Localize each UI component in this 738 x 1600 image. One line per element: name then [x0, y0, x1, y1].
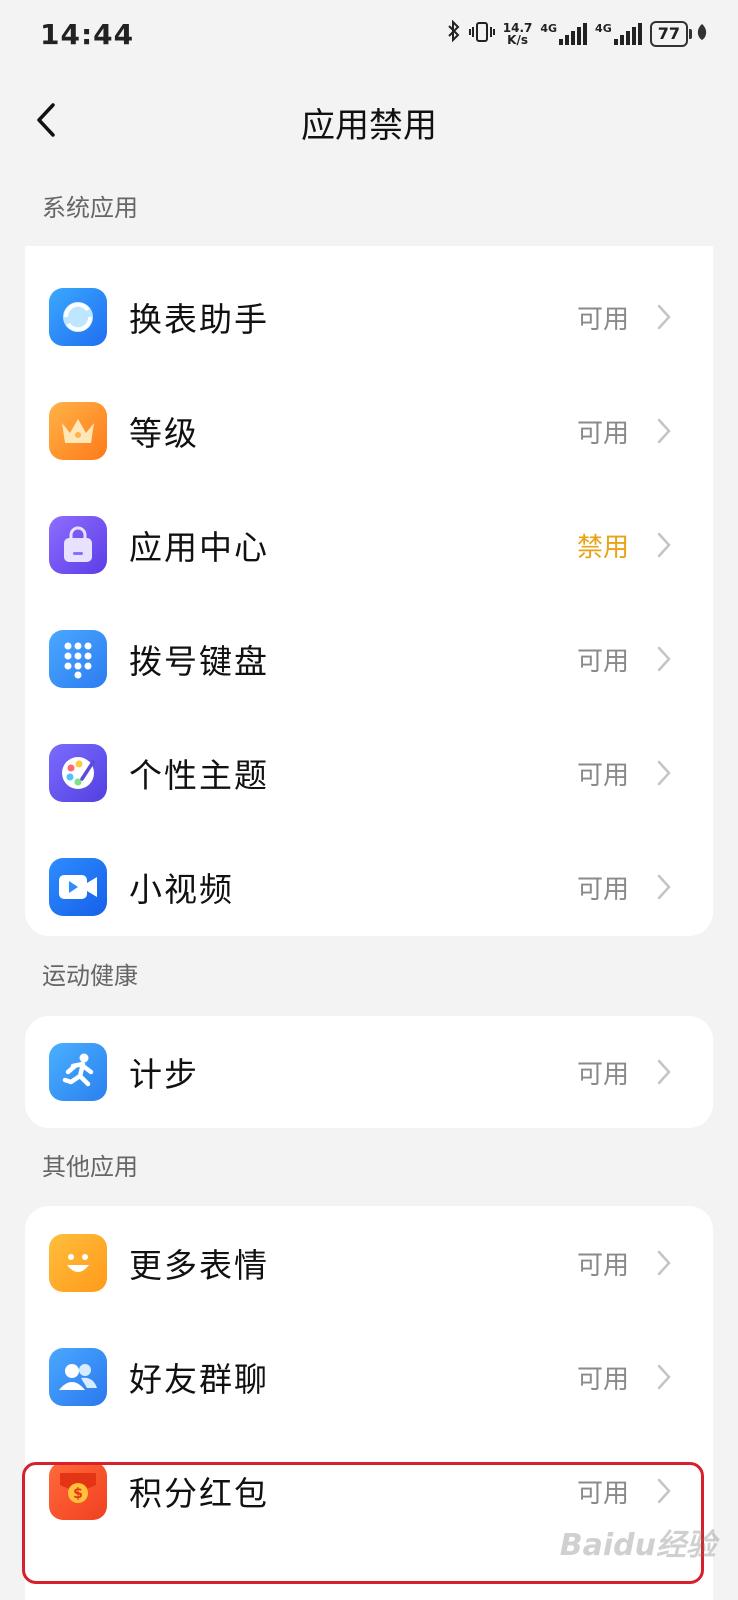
app-name: 个性主题 [129, 756, 269, 795]
chevron-right-icon [657, 417, 673, 445]
app-name: 积分红包 [129, 1474, 269, 1513]
app-status: 可用 [576, 646, 629, 677]
network-speed: 14.7 K/s [503, 22, 533, 46]
vibrate-icon [468, 21, 495, 47]
signal-2-label: 4G [595, 21, 612, 35]
app-name: 换表助手 [129, 300, 269, 339]
chevron-right-icon [657, 873, 673, 901]
video-camera-icon [49, 858, 107, 916]
list-item-swap-watch[interactable]: 换表助手 可用 [25, 260, 713, 374]
app-status: 可用 [576, 1250, 629, 1281]
app-status: 可用 [576, 1059, 629, 1090]
crown-icon [49, 402, 107, 460]
red-packet-icon: $ [49, 1462, 107, 1520]
chevron-right-icon [657, 1363, 673, 1391]
section-label-other-apps: 其他应用 [42, 1153, 138, 1181]
running-person-icon [49, 1043, 107, 1101]
swap-watch-icon [49, 288, 107, 346]
app-status: 可用 [576, 418, 629, 449]
app-status: 可用 [576, 874, 629, 905]
app-status: 可用 [576, 760, 629, 791]
list-item-theme[interactable]: 个性主题 可用 [25, 716, 713, 830]
app-status: 禁用 [576, 532, 629, 563]
page-header: 应用禁用 [0, 80, 738, 160]
list-item-dialpad[interactable]: 拨号键盘 可用 [25, 602, 713, 716]
chevron-right-icon [657, 645, 673, 673]
page-title: 应用禁用 [301, 106, 437, 146]
app-name: 小视频 [129, 870, 234, 909]
chevron-right-icon [657, 1477, 673, 1505]
svg-text:$: $ [73, 1486, 83, 1502]
net-speed-unit: K/s [507, 32, 528, 47]
signal-2: 4G [595, 21, 642, 45]
leaf-icon [696, 23, 708, 45]
app-name: 更多表情 [129, 1246, 269, 1285]
shopping-bag-icon [49, 516, 107, 574]
watermark: Baidu经验 [559, 1528, 716, 1563]
chevron-right-icon [657, 531, 673, 559]
app-name: 好友群聊 [129, 1360, 269, 1399]
list-item-group-chat[interactable]: 好友群聊 可用 [25, 1320, 713, 1434]
status-bar: 14:44 14.7 K/s 4G 4G 77 [0, 0, 738, 72]
app-name: 计步 [129, 1055, 199, 1094]
chevron-right-icon [657, 303, 673, 331]
chevron-right-icon [657, 1058, 673, 1086]
smiley-icon [49, 1234, 107, 1292]
section-label-system-apps: 系统应用 [42, 194, 138, 222]
signal-1-label: 4G [540, 21, 558, 35]
status-time: 14:44 [40, 18, 135, 51]
signal-1: 4G [540, 21, 588, 45]
list-item-steps[interactable]: 计步 可用 [25, 1016, 713, 1128]
list-item-more-emoji[interactable]: 更多表情 可用 [25, 1206, 713, 1320]
dialpad-icon [49, 630, 107, 688]
list-item-level[interactable]: 等级 可用 [25, 374, 713, 488]
net-speed-value: 14.7 [502, 20, 533, 35]
friends-icon [49, 1348, 107, 1406]
list-item-app-center[interactable]: 应用中心 禁用 [25, 488, 713, 602]
chevron-right-icon [657, 1249, 673, 1277]
app-status: 可用 [576, 1478, 629, 1509]
app-name: 应用中心 [129, 528, 269, 567]
app-name: 拨号键盘 [129, 642, 269, 681]
chevron-right-icon [657, 759, 673, 787]
app-name: 等级 [129, 414, 199, 453]
signal-bars-icon [613, 22, 642, 45]
app-status: 可用 [576, 304, 629, 335]
bluetooth-icon [447, 19, 461, 47]
list-item-short-video[interactable]: 小视频 可用 [25, 830, 713, 944]
sports-health-card: 计步 可用 [25, 1016, 713, 1128]
battery-indicator: 77 [649, 20, 693, 47]
status-icons: 14.7 K/s 4G 4G 77 [447, 19, 708, 47]
section-label-sports-health: 运动健康 [42, 962, 138, 990]
system-apps-card: 换表助手 可用 等级 可用 应用中心 禁用 拨号键盘 可用 个性主题 可用 小视… [25, 246, 713, 936]
app-status: 可用 [576, 1364, 629, 1395]
palette-icon [49, 744, 107, 802]
signal-bars-icon [559, 22, 588, 45]
